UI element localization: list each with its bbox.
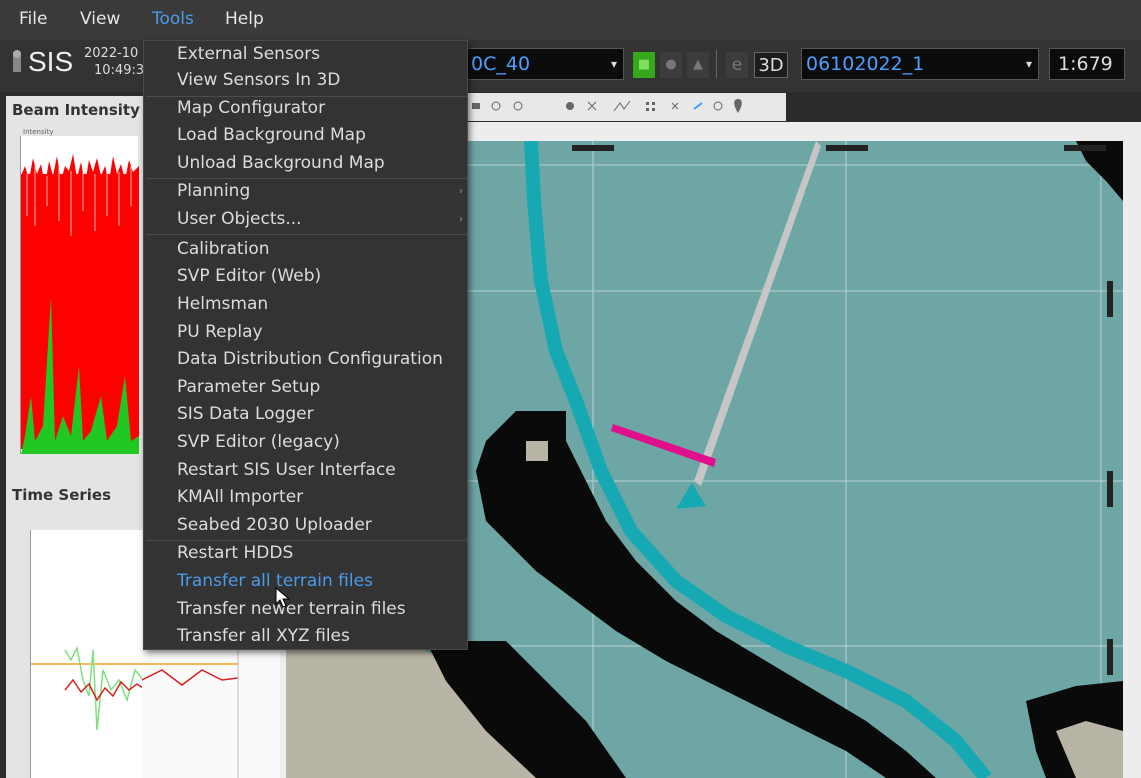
- menu-item-helmsman[interactable]: Helmsman: [144, 291, 467, 318]
- survey-select[interactable]: 0C_40 ▾: [466, 48, 624, 80]
- chevron-right-icon: ›: [459, 214, 463, 225]
- menu-item-planning[interactable]: Planning ›: [144, 178, 467, 205]
- time-text: 10:49:3: [94, 63, 145, 78]
- menu-item-map-configurator[interactable]: Map Configurator: [144, 95, 467, 122]
- menu-view[interactable]: View: [80, 9, 120, 29]
- green-status-button[interactable]: ■: [633, 52, 655, 78]
- menu-item-transfer-newer-terrain-files[interactable]: Transfer newer terrain files: [144, 596, 467, 623]
- menu-help[interactable]: Help: [225, 9, 264, 29]
- menu-item-external-sensors[interactable]: External Sensors: [144, 41, 467, 68]
- beam-intensity-plot: Intensity: [20, 128, 139, 454]
- beam-intensity-title: Beam Intensity: [12, 101, 140, 119]
- toolbar-divider: [716, 50, 717, 78]
- menu-item-planning-label: Planning: [177, 181, 251, 201]
- chevron-down-icon: ▾: [1025, 57, 1032, 71]
- menu-item-kmall-importer[interactable]: KMAll Importer: [144, 484, 467, 511]
- record-icon[interactable]: ●: [660, 52, 682, 78]
- map-toolbar: [466, 93, 786, 121]
- menu-file[interactable]: File: [19, 9, 47, 29]
- time-series-plot: [30, 530, 144, 778]
- menu-item-unload-background-map[interactable]: Unload Background Map: [144, 150, 467, 177]
- menu-item-parameter-setup[interactable]: Parameter Setup: [144, 374, 467, 401]
- menu-bar: File View Tools Help: [0, 0, 1141, 40]
- menu-item-svp-editor-legacy[interactable]: SVP Editor (legacy): [144, 429, 467, 456]
- menu-separator: [146, 234, 467, 235]
- mouse-cursor-icon: [275, 586, 291, 613]
- chevron-right-icon: ›: [459, 186, 463, 197]
- date-text: 2022-10: [84, 46, 139, 61]
- menu-item-user-objects[interactable]: User Objects... ›: [144, 206, 467, 233]
- tools-dropdown-menu: External Sensors View Sensors In 3D Map …: [143, 40, 468, 650]
- menu-item-transfer-all-xyz-files[interactable]: Transfer all XYZ files: [144, 623, 467, 650]
- menu-item-data-distribution-configuration[interactable]: Data Distribution Configuration: [144, 346, 467, 373]
- time-series-title: Time Series: [12, 486, 112, 504]
- survey-select-value: 0C_40: [471, 53, 531, 75]
- menu-item-transfer-all-terrain-files[interactable]: Transfer all terrain files: [144, 568, 467, 595]
- menu-item-svp-editor-web[interactable]: SVP Editor (Web): [144, 263, 467, 290]
- datetime-display: 2022-10 10:49:3: [84, 45, 144, 79]
- menu-item-user-objects-label: User Objects...: [177, 209, 302, 229]
- menu-item-calibration[interactable]: Calibration: [144, 236, 467, 263]
- beam-axis-label: Intensity: [23, 128, 54, 136]
- menu-item-load-background-map[interactable]: Load Background Map: [144, 122, 467, 149]
- eject-icon[interactable]: ▲: [687, 52, 709, 78]
- menu-item-restart-hdds[interactable]: Restart HDDS: [144, 540, 467, 567]
- line-select-value: 06102022_1: [806, 53, 925, 75]
- 3d-view-button[interactable]: 3D: [754, 52, 788, 78]
- app-name: SIS: [28, 46, 74, 77]
- menu-item-view-sensors-3d[interactable]: View Sensors In 3D: [144, 67, 467, 94]
- e-button[interactable]: e: [726, 52, 748, 78]
- chevron-down-icon: ▾: [610, 57, 617, 71]
- line-select[interactable]: 06102022_1 ▾: [801, 48, 1039, 80]
- menu-item-restart-sis-ui[interactable]: Restart SIS User Interface: [144, 457, 467, 484]
- menu-item-seabed-2030-uploader[interactable]: Seabed 2030 Uploader: [144, 512, 467, 539]
- scale-field[interactable]: 1:679: [1049, 48, 1125, 80]
- menu-item-sis-data-logger[interactable]: SIS Data Logger: [144, 401, 467, 428]
- sis-logo-icon: [8, 48, 28, 78]
- menu-item-pu-replay[interactable]: PU Replay: [144, 319, 467, 346]
- menu-tools[interactable]: Tools: [152, 9, 194, 29]
